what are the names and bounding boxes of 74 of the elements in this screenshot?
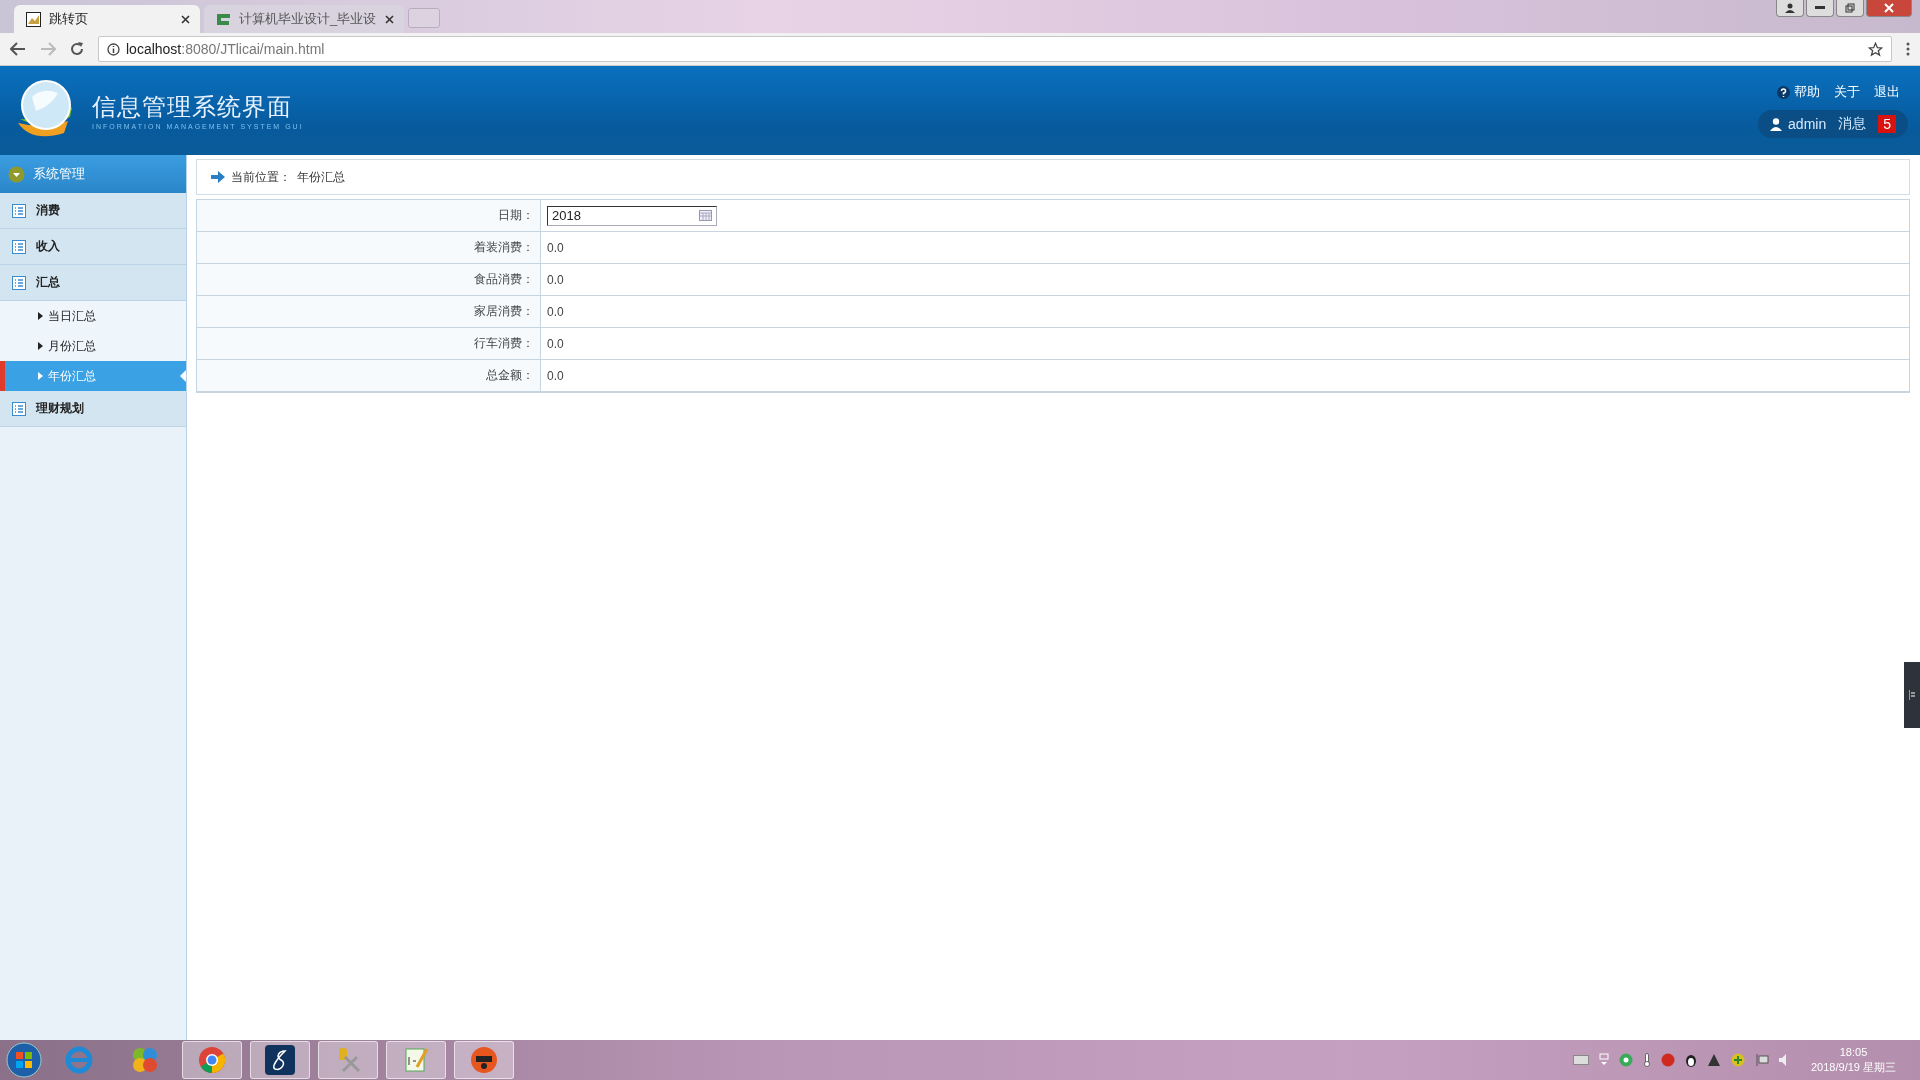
menu-icon[interactable] xyxy=(1906,42,1910,56)
network-icon[interactable] xyxy=(1755,1053,1769,1067)
header-link[interactable]: 关于 xyxy=(1834,83,1860,101)
browser-tab[interactable]: 计算机毕业设计_毕业设 xyxy=(204,5,404,33)
caret-icon xyxy=(38,312,43,320)
field-value: 0.0 xyxy=(541,296,1909,328)
field-label: 食品消费： xyxy=(197,264,541,296)
info-icon xyxy=(107,42,120,56)
profile-button[interactable] xyxy=(1776,0,1804,17)
header-link[interactable]: 帮助 xyxy=(1777,83,1820,101)
chrome-app-icon[interactable] xyxy=(182,1041,242,1079)
user-name[interactable]: admin xyxy=(1770,116,1827,132)
user-icon xyxy=(1770,117,1783,131)
penguin-icon[interactable] xyxy=(1685,1053,1697,1067)
sidebar-item[interactable]: 汇总 xyxy=(0,265,186,301)
breadcrumb-current: 年份汇总 xyxy=(297,168,345,186)
browser-tab[interactable]: 跳转页 xyxy=(14,5,200,33)
caret-icon xyxy=(38,372,43,380)
close-button[interactable] xyxy=(1866,0,1912,17)
caret-icon xyxy=(38,342,43,350)
notepad-app-icon[interactable] xyxy=(386,1041,446,1079)
page-icon xyxy=(26,11,41,27)
messages-link[interactable]: 消息 xyxy=(1838,115,1867,133)
start-button[interactable] xyxy=(6,1042,42,1078)
field-value: 0.0 xyxy=(541,232,1909,264)
list-icon xyxy=(12,203,26,218)
breadcrumb-label: 当前位置： xyxy=(231,168,291,186)
close-icon[interactable] xyxy=(385,14,394,24)
field-label: 日期： xyxy=(197,200,541,232)
date-field[interactable]: 2018 xyxy=(547,205,717,226)
close-icon[interactable] xyxy=(181,14,190,24)
minimize-button[interactable] xyxy=(1806,0,1834,17)
message-count: 5 xyxy=(1878,115,1896,133)
plus-badge-icon[interactable] xyxy=(1731,1053,1745,1067)
sidebar-subitem[interactable]: 当日汇总 xyxy=(0,301,186,331)
star-icon[interactable] xyxy=(1868,41,1883,57)
panel-toggle-icon xyxy=(1909,690,1915,700)
reload-icon[interactable] xyxy=(70,42,84,56)
script-app-icon[interactable] xyxy=(250,1041,310,1079)
pointer-notch-icon xyxy=(180,370,186,382)
sidebar-item[interactable]: 消费 xyxy=(0,193,186,229)
sidebar-subitem[interactable]: 月份汇总 xyxy=(0,331,186,361)
calendar-icon[interactable] xyxy=(699,210,712,221)
field-label: 总金额： xyxy=(197,360,541,392)
minimize-icon xyxy=(1815,6,1825,10)
address-bar[interactable]: localhost:8080/JTlicai/main.html xyxy=(98,36,1892,62)
restore-icon xyxy=(1845,3,1855,13)
help-icon xyxy=(1777,85,1790,99)
user-icon xyxy=(1785,3,1795,13)
disc-tray-icon[interactable] xyxy=(1619,1053,1633,1067)
field-value: 0.0 xyxy=(541,360,1909,392)
keyboard-icon[interactable] xyxy=(1573,1055,1589,1065)
page-icon xyxy=(216,11,231,27)
list-icon xyxy=(12,401,26,416)
field-value: 0.0 xyxy=(541,264,1909,296)
field-label: 家居消费： xyxy=(197,296,541,328)
close-icon xyxy=(1884,3,1894,13)
back-icon[interactable] xyxy=(10,42,26,56)
list-icon xyxy=(12,275,26,290)
window-icon[interactable] xyxy=(1599,1053,1609,1067)
side-panel-tab[interactable] xyxy=(1904,662,1920,728)
chevron-down-icon xyxy=(8,165,25,183)
field-label: 着装消费： xyxy=(197,232,541,264)
thermometer-icon[interactable] xyxy=(1643,1053,1651,1067)
sidebar-item[interactable]: 收入 xyxy=(0,229,186,265)
arrow-right-icon xyxy=(211,171,225,183)
header-link[interactable]: 退出 xyxy=(1874,83,1900,101)
volume-icon[interactable] xyxy=(1779,1054,1787,1066)
field-value: 0.0 xyxy=(541,328,1909,360)
app-title: 信息管理系统界面 xyxy=(92,92,293,122)
restore-button[interactable] xyxy=(1836,0,1864,17)
field-label: 行车消费： xyxy=(197,328,541,360)
list-icon xyxy=(12,239,26,254)
sidebar-item[interactable]: 理财规划 xyxy=(0,391,186,427)
